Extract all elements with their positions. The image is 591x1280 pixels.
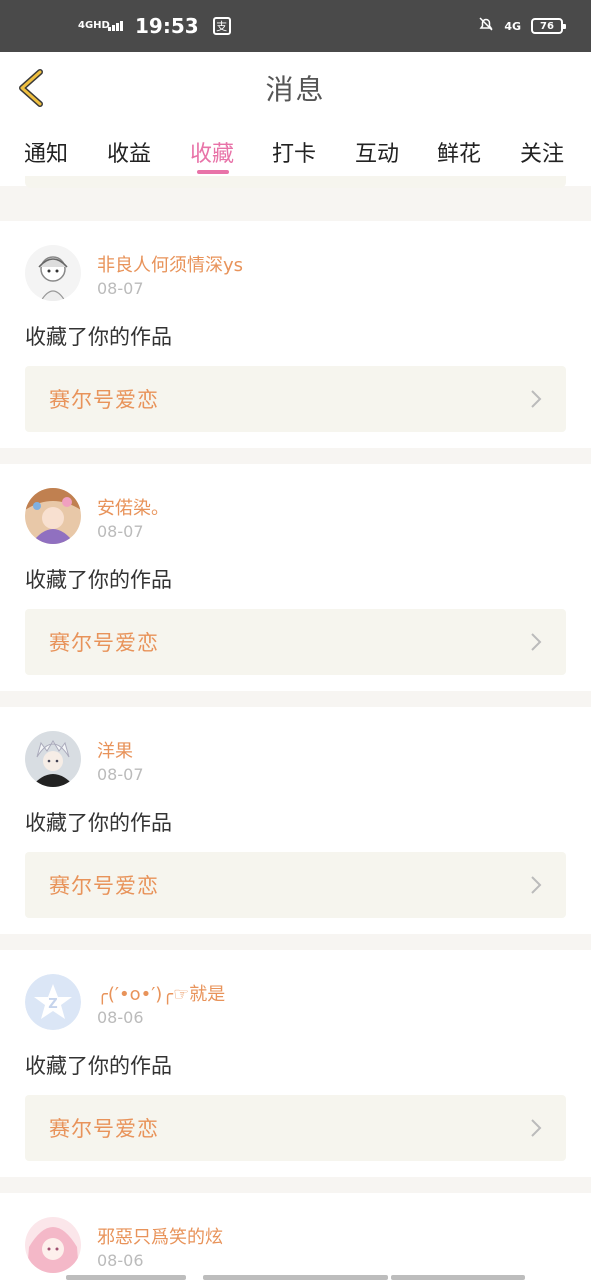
clock: 19:53: [135, 14, 199, 38]
network-indicator: 4GHD: [78, 20, 110, 31]
tab-following[interactable]: 关注: [520, 136, 564, 168]
tab-interaction[interactable]: 互动: [355, 136, 399, 168]
timestamp: 08-06: [97, 1008, 144, 1027]
action-text: 收藏了你的作品: [25, 568, 172, 592]
tab-flowers[interactable]: 鲜花: [437, 136, 481, 168]
nav-indicator: [391, 1275, 525, 1280]
work-title: 赛尔号爱恋: [49, 874, 159, 898]
nav-indicator: [203, 1275, 388, 1280]
username[interactable]: 非良人何须情深ys: [97, 251, 243, 277]
action-text: 收藏了你的作品: [25, 811, 172, 835]
avatar[interactable]: [25, 245, 81, 301]
page-title: 消息: [265, 73, 326, 106]
action-text: 收藏了你的作品: [25, 1054, 172, 1078]
work-title: 赛尔号爱恋: [49, 388, 159, 412]
chevron-right-icon: [531, 390, 542, 408]
timestamp: 08-06: [97, 1251, 144, 1270]
work-link[interactable]: 赛尔号爱恋: [25, 852, 566, 918]
header: 消息: [0, 52, 591, 124]
timestamp: 08-07: [97, 279, 144, 298]
list-item: Z ╭(′•ο•′)╭☞就是 08-06 收藏了你的作品 赛尔号爱恋: [0, 950, 591, 1177]
avatar[interactable]: Z: [25, 974, 81, 1030]
chevron-right-icon: [531, 876, 542, 894]
timestamp: 08-07: [97, 765, 144, 784]
action-text: 收藏了你的作品: [25, 325, 172, 349]
list-item: 安偌染。 08-07 收藏了你的作品 赛尔号爱恋: [0, 464, 591, 691]
battery-level: 76: [540, 20, 554, 32]
avatar[interactable]: [25, 1217, 81, 1273]
list-item: 洋果 08-07 收藏了你的作品 赛尔号爱恋: [0, 707, 591, 934]
list-item: 邪惡只爲笑的炫 08-06: [0, 1193, 591, 1280]
chevron-left-icon: [19, 69, 43, 107]
tab-favorites[interactable]: 收藏: [190, 136, 234, 168]
bell-off-icon: [478, 16, 494, 36]
username[interactable]: 洋果: [97, 737, 133, 763]
battery-icon: 76: [531, 18, 566, 34]
status-bar: 4GHD 19:53 支 4G 76: [0, 0, 591, 52]
previous-card-remnant: [25, 176, 566, 188]
network-type-label: 4GHD: [78, 20, 110, 31]
work-link[interactable]: 赛尔号爱恋: [25, 609, 566, 675]
list-item: 非良人何须情深ys 08-07 收藏了你的作品 赛尔号爱恋: [0, 221, 591, 448]
avatar[interactable]: [25, 488, 81, 544]
username[interactable]: ╭(′•ο•′)╭☞就是: [97, 980, 225, 1006]
tab-earnings[interactable]: 收益: [107, 136, 151, 168]
username[interactable]: 邪惡只爲笑的炫: [97, 1223, 223, 1249]
work-link[interactable]: 赛尔号爱恋: [25, 1095, 566, 1161]
svg-text:Z: Z: [48, 997, 57, 1012]
chevron-right-icon: [531, 633, 542, 651]
tab-checkin[interactable]: 打卡: [272, 136, 316, 168]
back-button[interactable]: [14, 68, 50, 108]
username[interactable]: 安偌染。: [97, 494, 169, 520]
timestamp: 08-07: [97, 522, 144, 541]
tab-notifications[interactable]: 通知: [24, 136, 68, 168]
avatar[interactable]: [25, 731, 81, 787]
work-title: 赛尔号爱恋: [49, 1117, 159, 1141]
signal-icon: [108, 19, 123, 31]
chevron-right-icon: [531, 1119, 542, 1137]
mobile-data-label: 4G: [504, 19, 521, 33]
active-tab-indicator: [197, 170, 229, 174]
work-link[interactable]: 赛尔号爱恋: [25, 366, 566, 432]
work-title: 赛尔号爱恋: [49, 631, 159, 655]
nav-indicator: [66, 1275, 186, 1280]
app-badge-icon: 支: [212, 17, 231, 35]
